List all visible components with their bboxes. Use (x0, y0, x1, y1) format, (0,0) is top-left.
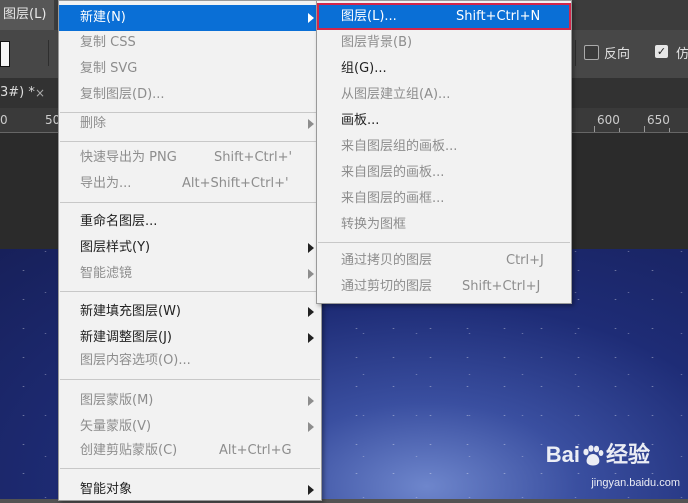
menu-item-copy-svg[interactable]: 复制 SVG (59, 56, 321, 82)
options-separator (575, 40, 576, 66)
menu-item-label: 创建剪贴蒙版(C) (80, 443, 178, 458)
menu-item-smart-filter[interactable]: 智能滤镜 (59, 261, 321, 287)
menu-item-label: 复制图层(D)... (80, 87, 165, 102)
submenu-item-artboard-from-layers[interactable]: 来自图层的画板... (317, 160, 571, 186)
submenu-item-label: 通过拷贝的图层 (341, 253, 433, 268)
submenu-arrow-icon (308, 396, 314, 406)
menu-divider (60, 468, 320, 469)
menu-divider (60, 379, 320, 380)
reverse-checkbox[interactable] (584, 45, 599, 60)
submenu-item-label: 通过剪切的图层 (341, 279, 433, 294)
menu-item-label: 复制 CSS (80, 35, 136, 50)
reverse-label: 反向 (604, 47, 631, 62)
menu-item-layer-mask[interactable]: 图层蒙版(M) (59, 388, 321, 414)
document-tab-title[interactable]: 3#) * (0, 78, 35, 108)
menu-item-delete[interactable]: 删除 (59, 111, 321, 137)
submenu-item-shortcut: Shift+Ctrl+N (456, 9, 541, 24)
submenu-item-label: 画板... (341, 113, 380, 128)
watermark-brand-left: Bai (545, 442, 580, 467)
submenu-item-label: 从图层建立组(A)... (341, 87, 451, 102)
submenu-arrow-icon (308, 269, 314, 279)
menu-item-copy-css[interactable]: 复制 CSS (59, 30, 321, 56)
submenu-arrow-icon (308, 119, 314, 129)
menu-item-label: 新建(N) (80, 10, 126, 25)
submenu-item-label: 来自图层组的画板... (341, 139, 458, 154)
menu-item-label: 图层蒙版(M) (80, 393, 154, 408)
submenu-item-group-from-layers[interactable]: 从图层建立组(A)... (317, 82, 571, 108)
submenu-item-convert-to-frame[interactable]: 转换为图框 (317, 212, 571, 238)
menu-item-create-clipping-mask[interactable]: 创建剪贴蒙版(C) Alt+Ctrl+G (59, 438, 321, 464)
submenu-item-label: 图层背景(B) (341, 35, 413, 50)
close-tab-icon[interactable]: × (35, 78, 45, 108)
submenu-item-layer-via-cut[interactable]: 通过剪切的图层 Shift+Ctrl+J (317, 274, 571, 300)
submenu-item-label: 转换为图框 (341, 217, 407, 232)
menu-divider (318, 242, 570, 243)
menu-item-layer-content-options[interactable]: 图层内容选项(O)... (59, 348, 321, 374)
menu-item-label: 智能滤镜 (80, 266, 133, 281)
submenu-item-artboard-from-group[interactable]: 来自图层组的画板... (317, 134, 571, 160)
submenu-arrow-icon (308, 307, 314, 317)
layer-menu-dropdown: 新建(N) 复制 CSS 复制 SVG 复制图层(D)... 删除 快速导出为 … (58, 0, 322, 501)
menu-item-label: 矢量蒙版(V) (80, 419, 152, 434)
ruler-label: 600 (597, 113, 620, 127)
submenu-item-label: 来自图层的画框... (341, 191, 445, 206)
menu-item-new-fill-layer[interactable]: 新建填充图层(W) (59, 299, 321, 325)
menu-item-rename-layer[interactable]: 重命名图层... (59, 209, 321, 235)
menu-divider (60, 202, 320, 203)
menubar-item-layer[interactable]: 图层(L) (0, 0, 55, 30)
menu-item-shortcut: Alt+Ctrl+G (219, 443, 292, 458)
ruler-label: 0 (0, 113, 8, 127)
submenu-arrow-icon (308, 422, 314, 432)
menu-item-label: 删除 (80, 116, 107, 131)
submenu-item-label: 来自图层的画板... (341, 165, 445, 180)
watermark-brand-right: 经验 (605, 442, 650, 467)
check-icon: ✓ (656, 45, 667, 58)
menu-divider (60, 291, 320, 292)
options-separator (48, 40, 49, 66)
imitate-checkbox[interactable]: ✓ (655, 45, 668, 58)
menu-item-label: 智能对象 (80, 482, 133, 497)
watermark-url: jingyan.baidu.com (591, 477, 680, 489)
submenu-arrow-icon (308, 243, 314, 253)
menu-item-label: 新建填充图层(W) (80, 304, 181, 319)
menu-item-export-as[interactable]: 导出为... Alt+Shift+Ctrl+' (59, 171, 321, 197)
menu-item-shortcut: Shift+Ctrl+' (214, 150, 293, 165)
menu-item-vector-mask[interactable]: 矢量蒙版(V) (59, 414, 321, 440)
menu-item-label: 快速导出为 PNG (80, 150, 177, 165)
submenu-item-artboard[interactable]: 画板... (317, 108, 571, 134)
menu-item-label: 导出为... (80, 176, 132, 191)
imitate-label: 仿 (676, 47, 688, 62)
menu-item-label: 重命名图层... (80, 214, 158, 229)
submenu-item-new-layer[interactable]: 图层(L)... Shift+Ctrl+N (317, 3, 571, 30)
submenu-item-layer-via-copy[interactable]: 通过拷贝的图层 Ctrl+J (317, 248, 571, 274)
menu-item-quick-export-png[interactable]: 快速导出为 PNG Shift+Ctrl+' (59, 145, 321, 171)
menu-item-new[interactable]: 新建(N) (59, 5, 321, 31)
menu-divider (60, 141, 320, 142)
submenu-item-shortcut: Shift+Ctrl+J (462, 279, 541, 294)
submenu-item-frame-from-layers[interactable]: 来自图层的画框... (317, 186, 571, 212)
paw-logo-icon (583, 445, 604, 466)
submenu-item-label: 图层(L)... (341, 9, 397, 24)
menu-item-duplicate-layer[interactable]: 复制图层(D)... (59, 82, 321, 108)
submenu-arrow-icon (308, 485, 314, 495)
new-submenu-dropdown: 图层(L)... Shift+Ctrl+N 图层背景(B) 组(G)... 从图… (316, 0, 572, 304)
submenu-item-label: 组(G)... (341, 61, 387, 76)
menu-item-label: 图层样式(Y) (80, 240, 151, 255)
menu-item-label: 复制 SVG (80, 61, 138, 76)
menu-item-shortcut: Alt+Shift+Ctrl+' (182, 176, 289, 191)
ruler-label: 650 (647, 113, 670, 127)
submenu-arrow-icon (308, 13, 314, 23)
menu-item-smart-object[interactable]: 智能对象 (59, 477, 321, 503)
color-swatch[interactable] (0, 41, 10, 67)
menu-item-label: 图层内容选项(O)... (80, 353, 191, 368)
submenu-item-group[interactable]: 组(G)... (317, 56, 571, 82)
submenu-item-layer-background[interactable]: 图层背景(B) (317, 30, 571, 56)
baidu-watermark: Bai 经验 jingyan.baidu.com (545, 437, 680, 489)
submenu-item-shortcut: Ctrl+J (506, 253, 544, 268)
submenu-arrow-icon (308, 333, 314, 343)
menu-item-layer-style[interactable]: 图层样式(Y) (59, 235, 321, 261)
